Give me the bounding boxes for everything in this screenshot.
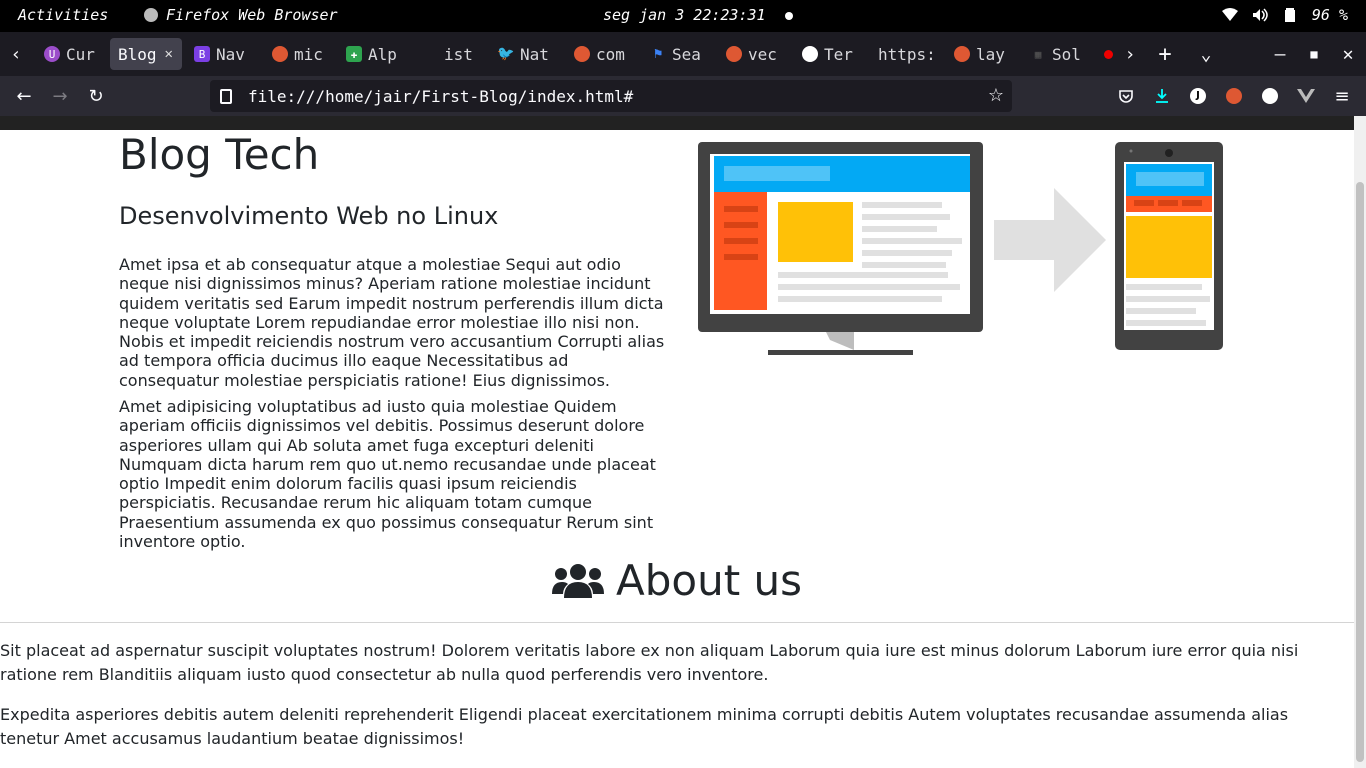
extension-j-icon[interactable]: J [1188,86,1208,106]
tab-label: Sol [1052,44,1081,64]
activities-button[interactable]: Activities [18,6,108,24]
tab-sol[interactable]: ▦ Sol [1022,38,1106,70]
tab-label: vec [748,44,777,64]
url-bar[interactable]: ☆ [210,80,1012,112]
puzzle-icon: ✚ [346,46,362,62]
tab-https[interactable]: https: [870,38,954,70]
tab-scroll-left-button[interactable]: ‹ [0,32,32,76]
about-us-heading: About us [0,556,1354,605]
clock[interactable]: seg jan 3 22:23:31 [603,6,766,24]
web-page: Blog Tech Desenvolvimento Web no Linux A… [0,116,1354,768]
page-header-strip [0,116,1354,130]
battery-icon [1284,8,1295,22]
github-icon [802,46,818,62]
tab-nav[interactable]: B Nav [186,38,262,70]
duckduckgo-icon [574,46,590,62]
scrollbar-thumb[interactable] [1356,182,1364,762]
tab-vec[interactable]: vec [718,38,800,70]
page-title: Blog Tech [119,130,320,179]
flag-icon: ⚑ [653,46,663,62]
hamburger-menu-icon[interactable]: ≡ [1332,86,1352,107]
tab-label: lay [976,44,1005,64]
duckduckgo-icon [726,46,742,62]
forward-button[interactable]: → [46,82,74,110]
tab-label: Nav [216,44,245,64]
navigation-toolbar: ← → ↻ ☆ J ≡ [0,76,1366,116]
tab-label: Nat [520,44,549,64]
twitter-icon: 🐦 [497,46,515,62]
divider [0,622,1354,623]
tab-mic[interactable]: mic [264,38,340,70]
tab-lay[interactable]: lay [946,38,1028,70]
tab-blog[interactable]: Blog ✕ [110,38,182,70]
about-paragraph-2: Expedita asperiores debitis autem deleni… [0,705,1289,748]
intro-paragraph-2: Amet adipisicing voluptatibus ad iusto q… [119,397,656,552]
duckduckgo-icon [272,46,288,62]
page-icon [220,88,232,104]
tab-label: Alp [368,44,397,64]
users-icon [551,563,604,598]
grid-icon: ▦ [1034,47,1042,61]
app-name: Firefox Web Browser [166,6,338,24]
battery-percent: 96 % [1311,6,1348,24]
close-tab-icon[interactable]: ✕ [165,46,173,62]
github-extension-icon[interactable] [1260,86,1280,106]
tab-label: Blog [118,44,157,64]
tab-bar: ‹ U Cur Blog ✕ B Nav mic ✚ Alp ist 🐦 Nat… [0,32,1366,76]
tab-alp[interactable]: ✚ Alp [338,38,414,70]
tab-nat[interactable]: 🐦 Nat [490,38,568,70]
vue-devtools-icon[interactable] [1296,86,1316,106]
tab-scroll-right-button[interactable]: › [1112,32,1148,76]
about-paragraph-1: Sit placeat ad aspernatur suscipit volup… [0,641,1299,684]
intro-paragraph-1: Amet ipsa et ab consequatur atque a mole… [119,255,665,390]
downloads-icon[interactable] [1152,86,1172,106]
tab-favicon-icon: B [194,46,210,62]
vertical-scrollbar[interactable] [1354,116,1366,768]
tab-label: Cur [66,44,95,64]
responsive-design-illustration [698,142,1223,355]
tab-label: mic [294,44,323,64]
tab-sea[interactable]: ⚑ Sea [642,38,724,70]
tab-label: https: [878,44,936,64]
back-button[interactable]: ← [10,82,38,110]
pocket-icon[interactable] [1116,86,1136,106]
firefox-icon [144,8,158,22]
duckduckgo-icon [954,46,970,62]
close-window-button[interactable]: ✕ [1330,32,1366,76]
new-tab-button[interactable]: + [1147,32,1183,76]
maximize-button[interactable]: ■ [1296,32,1332,76]
tab-ist[interactable]: ist [436,38,498,70]
tab-label: Sea [672,44,701,64]
app-menu[interactable]: Firefox Web Browser [144,6,338,24]
tab-label: Ter [824,44,853,64]
wifi-icon [1221,8,1238,21]
minimize-button[interactable]: – [1262,32,1298,76]
system-top-bar: Activities Firefox Web Browser seg jan 3… [0,0,1366,32]
tab-com[interactable]: com [566,38,648,70]
notification-dot [785,12,793,20]
volume-icon [1252,8,1268,22]
reload-button[interactable]: ↻ [82,82,110,110]
tab-favicon-icon: U [44,46,60,62]
tab-ter[interactable]: Ter [794,38,876,70]
list-all-tabs-button[interactable]: ⌄ [1188,32,1224,76]
about-us-title: About us [615,556,803,605]
duckduckgo-extension-icon[interactable] [1224,86,1244,106]
bookmark-star-icon[interactable]: ☆ [988,85,1004,106]
page-subtitle: Desenvolvimento Web no Linux [119,202,499,230]
url-input[interactable] [246,85,970,107]
tab-label: com [596,44,625,64]
tab-label: ist [444,44,473,64]
system-tray[interactable]: 96 % [1221,6,1348,24]
